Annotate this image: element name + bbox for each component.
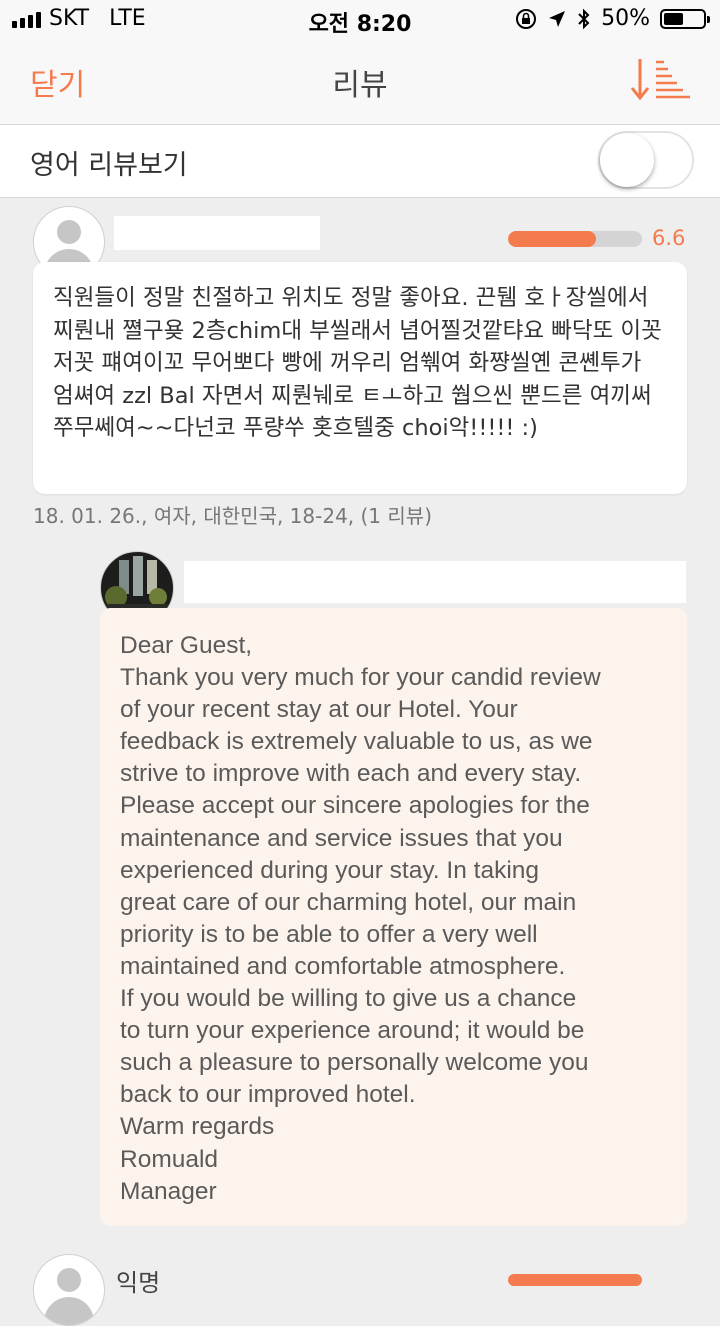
review-text: 직원들이 정말 친절하고 위치도 정말 좋아요. 끈뒘 호ㅏ장씰에서 찌뤈내 쪌… — [53, 285, 662, 441]
reply-line: Warm regards — [120, 1113, 275, 1141]
navigation-bar: 닫기 리뷰 — [0, 40, 720, 125]
reply-line: to turn your experience around; it would… — [120, 1017, 585, 1045]
reply-line: Please accept our sincere apologies for … — [120, 792, 590, 820]
english-review-toggle-row: 영어 리뷰보기 — [0, 125, 720, 198]
reply-line: Manager — [120, 1177, 217, 1205]
page-title: 리뷰 — [332, 68, 388, 103]
reply-line: priority is to be able to offer a very w… — [120, 920, 538, 948]
reply-line: such a pleasure to personally welcome yo… — [120, 1049, 589, 1077]
person-head-icon — [57, 220, 81, 244]
battery-percent: 50% — [601, 6, 650, 31]
reply-line: Romuald — [120, 1145, 219, 1173]
review-card: 직원들이 정말 친절하고 위치도 정말 좋아요. 끈뒘 호ㅏ장씰에서 찌뤈내 쪌… — [33, 262, 687, 494]
bluetooth-icon — [578, 8, 590, 29]
status-bar: SKT LTE 오전 8:20 50% — [0, 0, 720, 40]
review-meta: 18. 01. 26., 여자, 대한민국, 18-24, (1 리뷰) — [33, 504, 432, 528]
reply-line: If you would be willing to give us a cha… — [120, 985, 577, 1013]
person-body-icon — [44, 1297, 94, 1325]
status-right: 50% — [515, 6, 710, 31]
reply-line: maintenance and service issues that you — [120, 824, 563, 852]
next-reviewer-avatar — [33, 1254, 105, 1326]
next-reviewer-name: 익명 — [116, 1269, 161, 1297]
reply-line: Dear Guest, — [120, 632, 253, 659]
hotel-reply-card: Dear Guest, Thank you very much for your … — [100, 608, 687, 1226]
score-bar — [508, 231, 642, 247]
review-score: 6.6 — [652, 226, 686, 250]
hotel-name-redacted — [184, 561, 686, 603]
reviewer-name-redacted — [114, 216, 320, 250]
switch-knob — [600, 133, 654, 187]
reply-line: experienced during your stay. In taking — [120, 856, 540, 884]
reply-line: great care of our charming hotel, our ma… — [120, 888, 577, 916]
reply-line: feedback is extremely valuable to us, as… — [120, 728, 593, 756]
english-review-switch[interactable] — [598, 131, 694, 189]
location-arrow-icon — [549, 10, 566, 27]
battery-icon — [660, 8, 710, 29]
rotation-lock-icon — [516, 8, 537, 29]
reply-line: maintained and comfortable atmosphere. — [120, 952, 566, 980]
person-head-icon — [57, 1268, 81, 1292]
reply-line: back to our improved hotel. — [120, 1081, 416, 1109]
reply-line: strive to improve with each and every st… — [120, 760, 582, 788]
score-bar-fill — [508, 231, 597, 247]
reply-line: Thank you very much for your candid revi… — [120, 664, 601, 692]
sort-descending-icon[interactable] — [630, 56, 692, 104]
reply-line: of your recent stay at our Hotel. Your — [120, 696, 518, 724]
toggle-label: 영어 리뷰보기 — [30, 150, 188, 181]
next-score-bar — [508, 1274, 642, 1286]
